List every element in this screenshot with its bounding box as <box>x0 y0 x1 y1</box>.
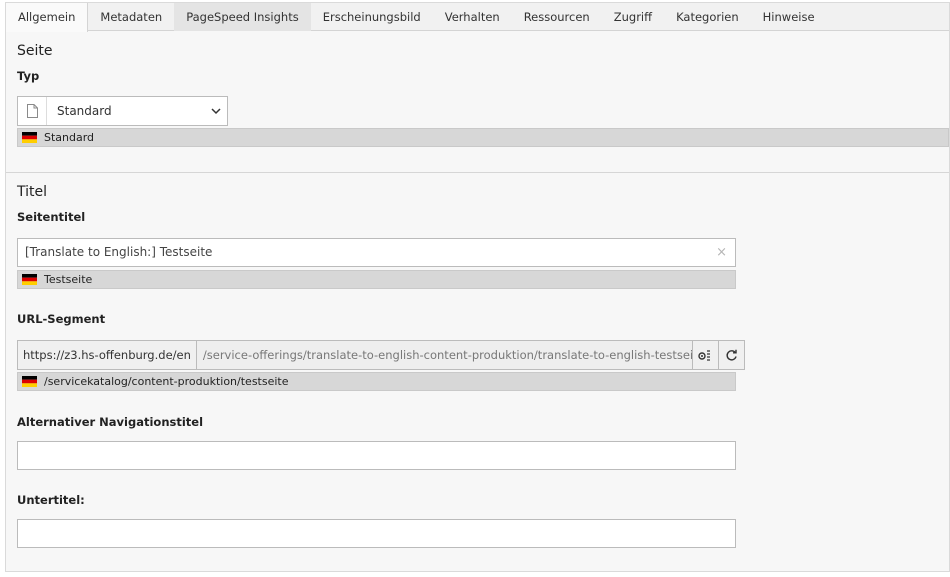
flag-de-icon <box>22 132 37 143</box>
type-reference-value: Standard <box>44 131 95 144</box>
tab-metadaten[interactable]: Metadaten <box>88 3 174 31</box>
section-title-seite: Seite <box>17 43 53 59</box>
page-title-label: Seitentitel <box>17 210 86 224</box>
section-title-titel: Titel <box>17 184 48 200</box>
refresh-icon <box>726 349 737 360</box>
tab-bar: Allgemein Metadaten PageSpeed Insights E… <box>6 3 949 32</box>
page-title-value: [Translate to English:] Testseite <box>25 245 213 259</box>
tab-erscheinungsbild[interactable]: Erscheinungsbild <box>311 3 433 31</box>
flag-de-icon <box>22 376 37 387</box>
subtitle-input[interactable] <box>17 519 736 548</box>
type-select-value: Standard <box>57 104 112 118</box>
url-prefix: https://z3.hs-offenburg.de/en <box>17 340 197 370</box>
refresh-button[interactable] <box>718 340 745 370</box>
page-properties-panel: Allgemein Metadaten PageSpeed Insights E… <box>5 2 950 572</box>
type-select[interactable]: Standard <box>17 96 228 126</box>
nav-title-input[interactable] <box>17 441 736 470</box>
flag-de-icon <box>22 274 37 285</box>
page-icon <box>18 97 47 125</box>
tab-pagespeed-insights[interactable]: PageSpeed Insights <box>174 3 311 31</box>
tab-hinweise[interactable]: Hinweise <box>751 3 827 31</box>
page-title-input[interactable]: [Translate to English:] Testseite × <box>17 238 736 267</box>
tab-zugriff[interactable]: Zugriff <box>602 3 664 31</box>
chevron-down-icon <box>205 97 227 125</box>
url-reference-value: /servicekatalog/content-produktion/tests… <box>44 375 289 388</box>
url-segment-input[interactable]: /service-offerings/translate-to-english-… <box>196 340 693 370</box>
url-segment-label: URL-Segment <box>17 312 106 326</box>
url-segment-group: https://z3.hs-offenburg.de/en /service-o… <box>17 340 748 370</box>
type-label: Typ <box>17 69 40 83</box>
page-title-reference-bar: Testseite <box>17 270 736 289</box>
page-title-reference-value: Testseite <box>44 273 93 286</box>
subtitle-label: Untertitel: <box>17 493 85 507</box>
type-reference-bar: Standard <box>17 128 949 147</box>
url-reference-bar: /servicekatalog/content-produktion/tests… <box>17 372 736 391</box>
toggle-edit-button[interactable] <box>692 340 719 370</box>
toggle-edit-icon <box>698 350 711 361</box>
clear-icon[interactable]: × <box>716 239 727 266</box>
tab-kategorien[interactable]: Kategorien <box>664 3 751 31</box>
tab-allgemein[interactable]: Allgemein <box>6 3 89 32</box>
tab-ressourcen[interactable]: Ressourcen <box>512 3 602 31</box>
section-divider <box>6 172 949 173</box>
nav-title-label: Alternativer Navigationstitel <box>17 415 204 429</box>
tab-verhalten[interactable]: Verhalten <box>433 3 512 31</box>
